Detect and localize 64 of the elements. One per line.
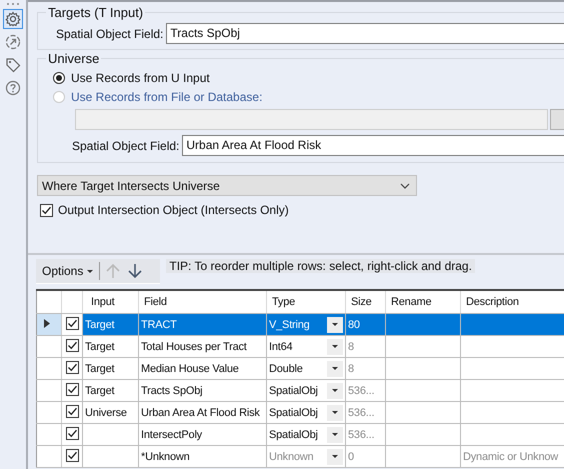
table-cell: Tracts SpObj [141,384,202,396]
table-cell: 536... [348,384,374,396]
checkbox[interactable] [66,339,78,352]
checkbox[interactable] [66,383,78,396]
row-header[interactable] [36,314,62,336]
radio-button[interactable] [53,72,65,84]
dropdown-button[interactable] [327,448,343,464]
radio-label: Use Records from File or Database: [71,90,262,104]
table-cell: SpatialObj [269,384,318,396]
table-cell: Universe [85,406,127,418]
arrow-down-icon[interactable] [126,262,144,280]
table-cell: Target [85,318,114,330]
dropdown-button[interactable] [327,360,343,376]
table-cell: TRACT [141,318,177,330]
spatial-object-field[interactable]: Urban Area At Flood Risk [182,135,564,156]
checkbox[interactable] [66,427,78,440]
table-cell: SpatialObj [269,428,318,440]
chevron-down-icon [400,182,410,188]
row-pointer-icon [44,318,50,328]
table-cell: 536... [348,406,374,418]
table-cell: 0 [348,450,354,462]
checkbox[interactable] [66,361,78,374]
group-title: Targets (T Input) [46,5,146,20]
settings-icon[interactable] [3,9,23,29]
table-cell: 80 [348,318,360,330]
table-cell: Urban Area At Flood Risk [141,406,260,418]
radio-label: Use Records from U Input [71,71,210,85]
connection-icon[interactable] [3,32,23,52]
help-icon[interactable] [3,78,23,98]
checkbox[interactable] [66,317,78,330]
table-cell: Int64 [269,340,292,352]
file-path-field[interactable] [75,109,548,130]
table-cell: Target [85,340,114,352]
checkbox[interactable] [66,405,78,418]
more-icon[interactable] [6,2,20,6]
caret-icon [87,270,94,272]
table-cell: Median House Value [141,362,239,374]
dropdown-button[interactable] [327,338,343,354]
table-cell: Target [85,362,114,374]
group-title: Universe [46,51,102,66]
dropdown-button[interactable] [327,316,343,332]
table-cell: V_String [269,318,310,330]
table-cell: SpatialObj [269,406,318,418]
table-cell: *Unknown [141,450,190,462]
table-cell: 8 [348,340,354,352]
field-label: Spatial Object Field: [72,138,180,152]
table-cell: Dynamic or Unknow [463,450,558,462]
checkbox-label: Output Intersection Object (Intersects Only) [58,203,289,217]
checkbox[interactable] [66,449,78,462]
dropdown-button[interactable] [327,382,343,398]
dropdown-button[interactable] [327,426,343,442]
table-cell: 536... [348,428,374,440]
tip-text: TIP: To reorder multiple rows: select, right-click and drag. [166,259,475,273]
table-cell: Target [85,384,114,396]
mode-dropdown[interactable]: Where Target Intersects Universe [37,175,417,196]
table-cell: IntersectPoly [141,428,202,440]
table-cell: Total Houses per Tract [141,340,247,352]
checkbox[interactable] [40,204,53,216]
table-cell: Unknown [269,450,314,462]
table-cell: 8 [348,362,354,374]
spatial-object-field[interactable]: Tracts SpObj [166,23,564,44]
table-cell: Double [269,362,303,374]
dropdown-button[interactable] [327,404,343,420]
field-label: Spatial Object Field: [56,26,164,40]
